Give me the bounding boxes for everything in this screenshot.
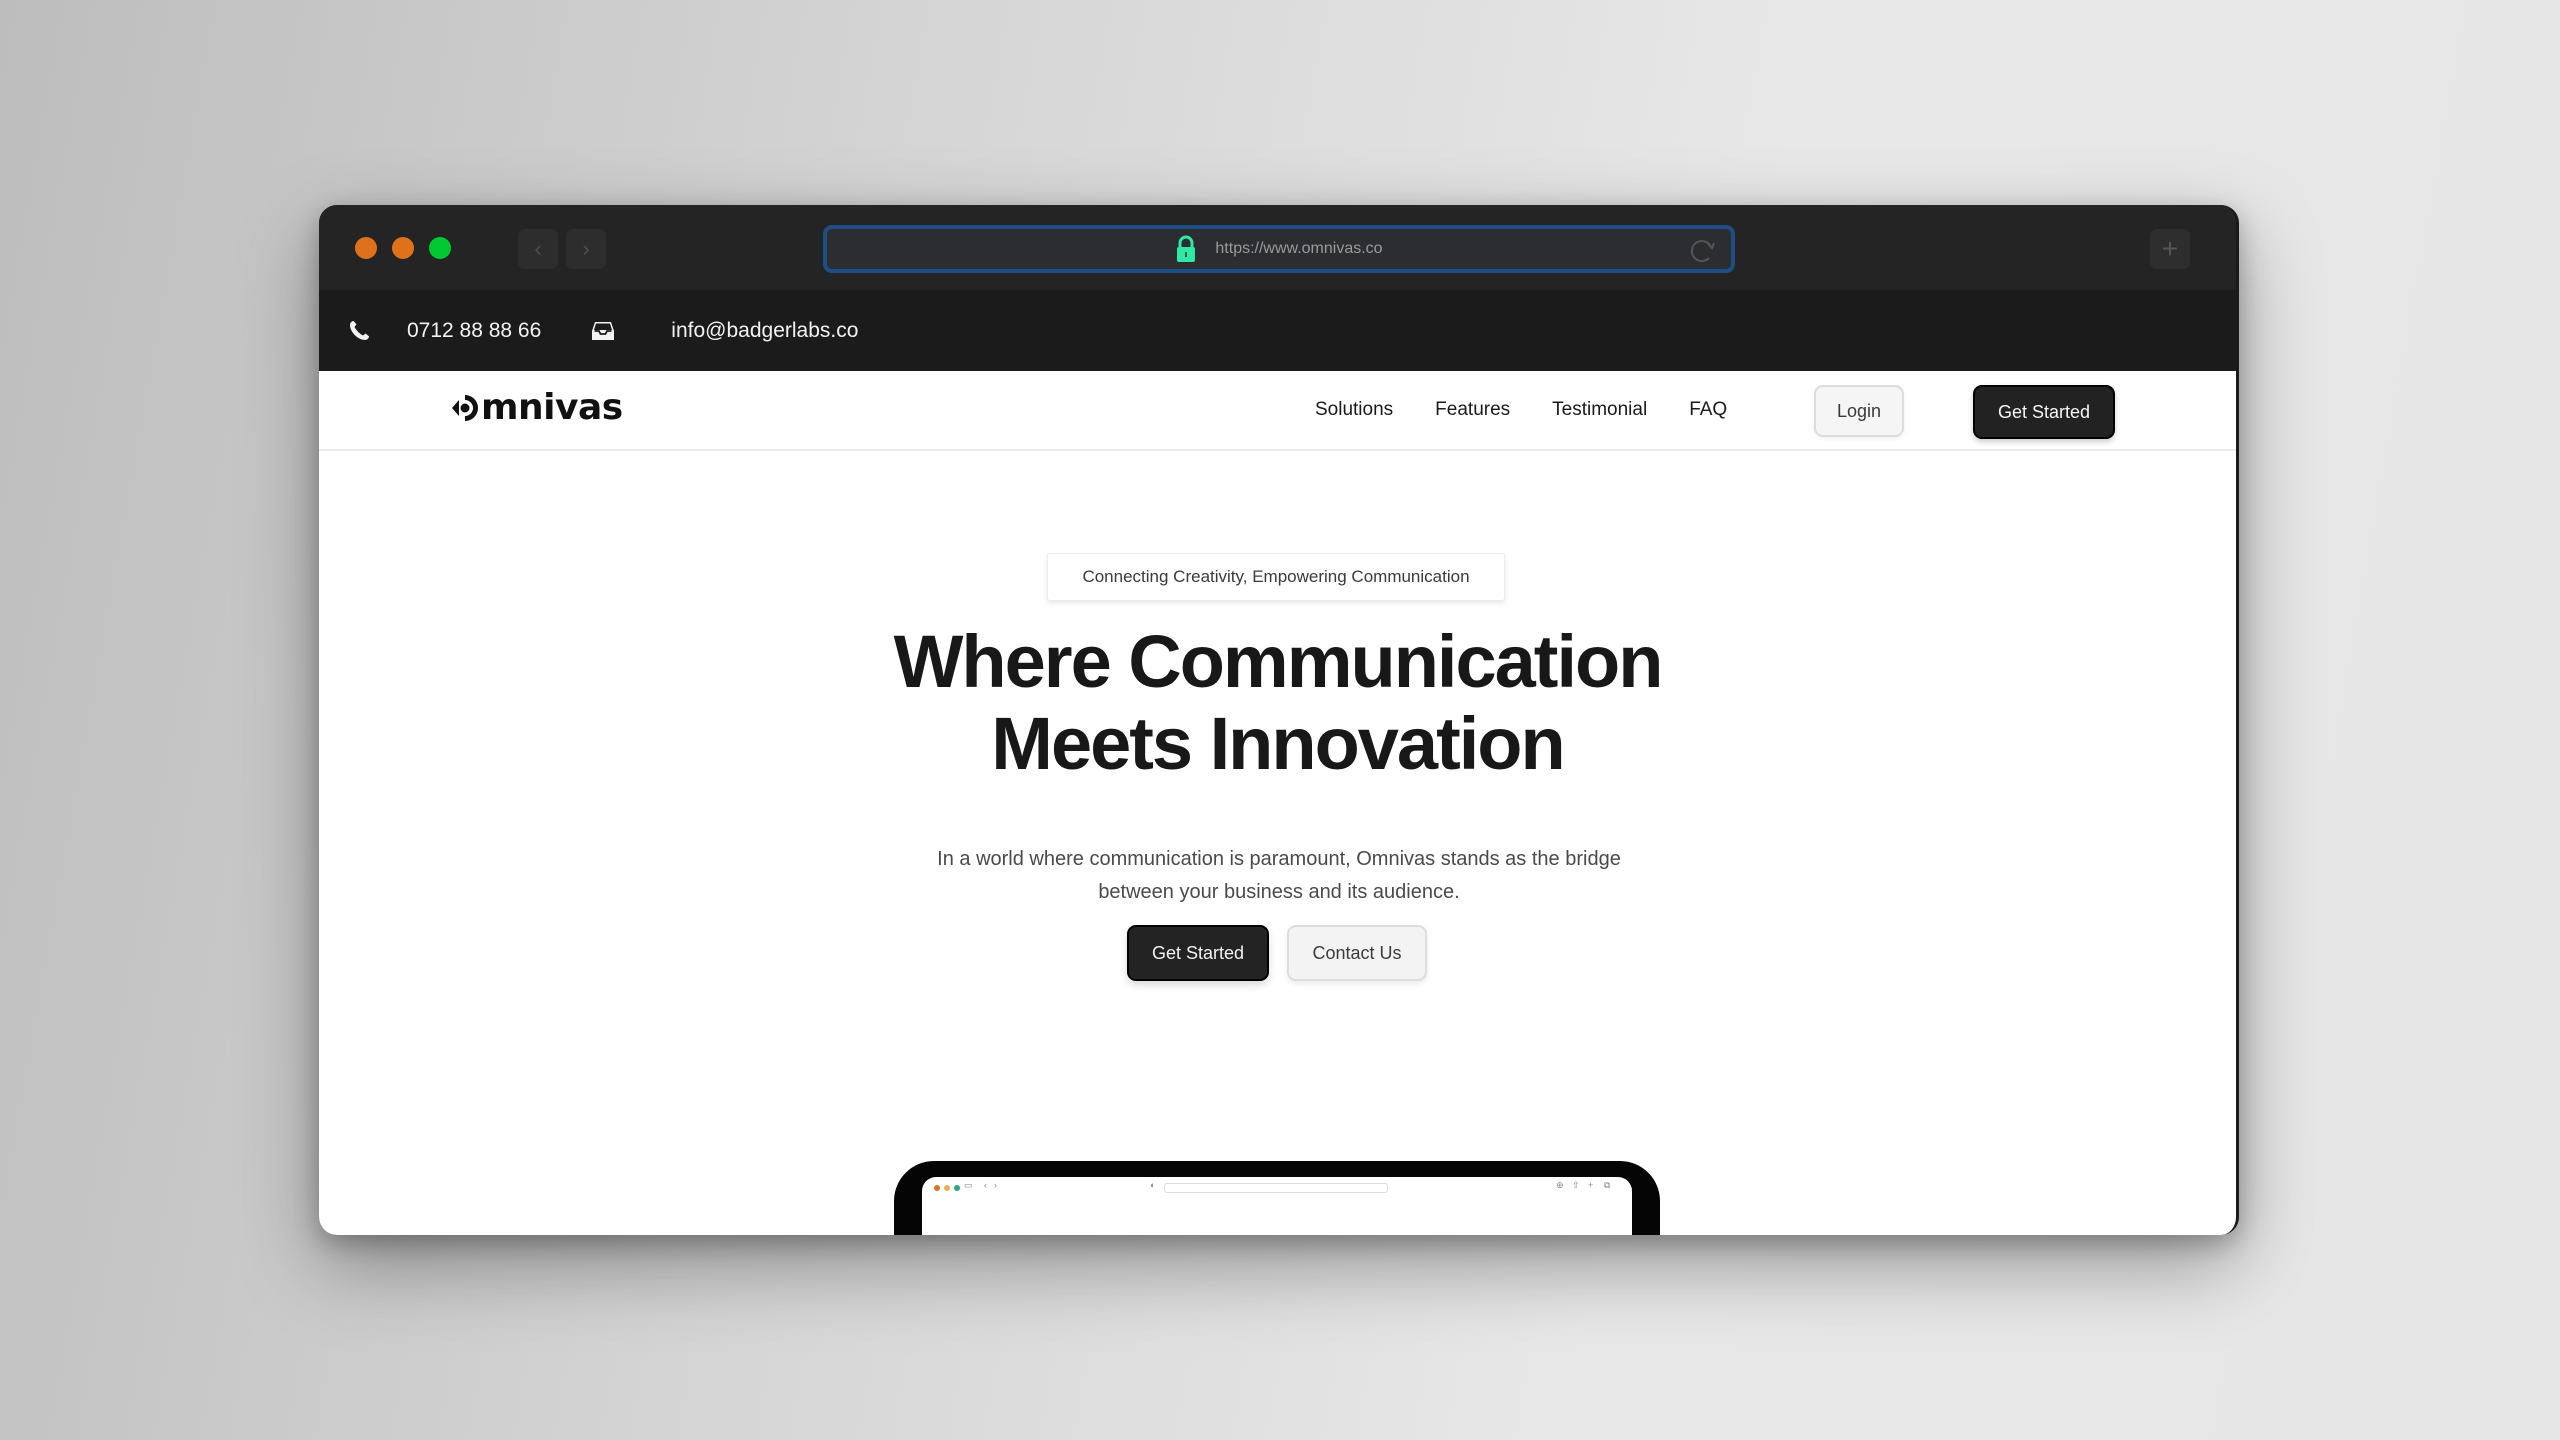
omnivas-logo[interactable]: mnivas: [449, 387, 623, 428]
phone-number[interactable]: 0712 88 88 66: [407, 319, 541, 343]
plus-icon: +: [2161, 233, 2179, 264]
logo-mark-icon: [449, 392, 481, 424]
nav-link-testimonial[interactable]: Testimonial: [1552, 399, 1647, 421]
inbox-icon: [591, 320, 615, 342]
device-preview-image: ▭ ‹ › ◐ ⊕ ⇧ + ⧉: [894, 1161, 1660, 1235]
back-button[interactable]: ‹: [518, 229, 558, 269]
address-bar[interactable]: https://www.omnivas.co: [823, 225, 1735, 273]
chevron-left-icon: ‹: [534, 236, 542, 261]
preview-privacy-icon: ◐: [1150, 1180, 1156, 1190]
preview-tabs-icon: ⧉: [1604, 1180, 1611, 1190]
preview-plus-icon: +: [1588, 1180, 1594, 1190]
window-controls: [355, 237, 451, 259]
tagline-badge: Connecting Creativity, Empowering Commun…: [1047, 553, 1505, 601]
login-button[interactable]: Login: [1814, 385, 1904, 437]
subtext-line-1: In a world where communication is paramo…: [937, 848, 1621, 870]
logo-text: mnivas: [481, 387, 623, 428]
forward-button[interactable]: ›: [566, 229, 606, 269]
headline-line-2: Meets Innovation: [991, 702, 1565, 785]
hero-cta-group: Get Started Contact Us: [1127, 925, 1427, 981]
preview-window-controls: [934, 1185, 960, 1191]
url-text: https://www.omnivas.co: [1215, 240, 1383, 257]
contact-us-button[interactable]: Contact Us: [1287, 925, 1427, 981]
preview-forward-icon: ›: [994, 1180, 997, 1190]
site-navbar: mnivas Solutions Features Testimonial FA…: [319, 371, 2236, 451]
browser-window: ‹ › https://www.omnivas.co + 0712 88 88 …: [319, 205, 2239, 1235]
contact-bar: 0712 88 88 66 info@badgerlabs.co: [319, 290, 2236, 371]
preview-share-icon: ⇧: [1572, 1180, 1580, 1190]
maximize-window-button[interactable]: [429, 237, 451, 259]
subtext-line-2: between your business and its audience.: [1098, 881, 1460, 903]
nav-link-features[interactable]: Features: [1435, 399, 1510, 421]
email-address[interactable]: info@badgerlabs.co: [671, 319, 858, 343]
headline-line-1: Where Communication: [893, 620, 1664, 703]
preview-download-icon: ⊕: [1556, 1180, 1564, 1190]
preview-back-icon: ‹: [984, 1180, 987, 1190]
chevron-right-icon: ›: [582, 236, 590, 261]
nav-get-started-button[interactable]: Get Started: [1973, 385, 2115, 439]
reload-icon[interactable]: [1687, 235, 1717, 265]
nav-link-faq[interactable]: FAQ: [1689, 399, 1727, 421]
preview-sidebar-icon: ▭: [964, 1180, 973, 1190]
hero-headline: Where Communication Meets Innovation: [319, 621, 2236, 785]
close-window-button[interactable]: [355, 237, 377, 259]
phone-icon: [347, 319, 371, 343]
hero-get-started-button[interactable]: Get Started: [1127, 925, 1269, 981]
browser-titlebar: ‹ › https://www.omnivas.co +: [319, 205, 2236, 290]
nav-link-solutions[interactable]: Solutions: [1315, 399, 1393, 421]
new-tab-button[interactable]: +: [2150, 229, 2190, 269]
preview-browser-screen: ▭ ‹ › ◐ ⊕ ⇧ + ⧉: [922, 1177, 1632, 1235]
hero-subtext: In a world where communication is paramo…: [879, 843, 1679, 909]
webpage: mnivas Solutions Features Testimonial FA…: [319, 371, 2236, 1235]
minimize-window-button[interactable]: [392, 237, 414, 259]
lock-icon: [1175, 235, 1197, 263]
main-menu: Solutions Features Testimonial FAQ: [1315, 399, 1727, 421]
preview-address-bar: [1164, 1183, 1388, 1193]
